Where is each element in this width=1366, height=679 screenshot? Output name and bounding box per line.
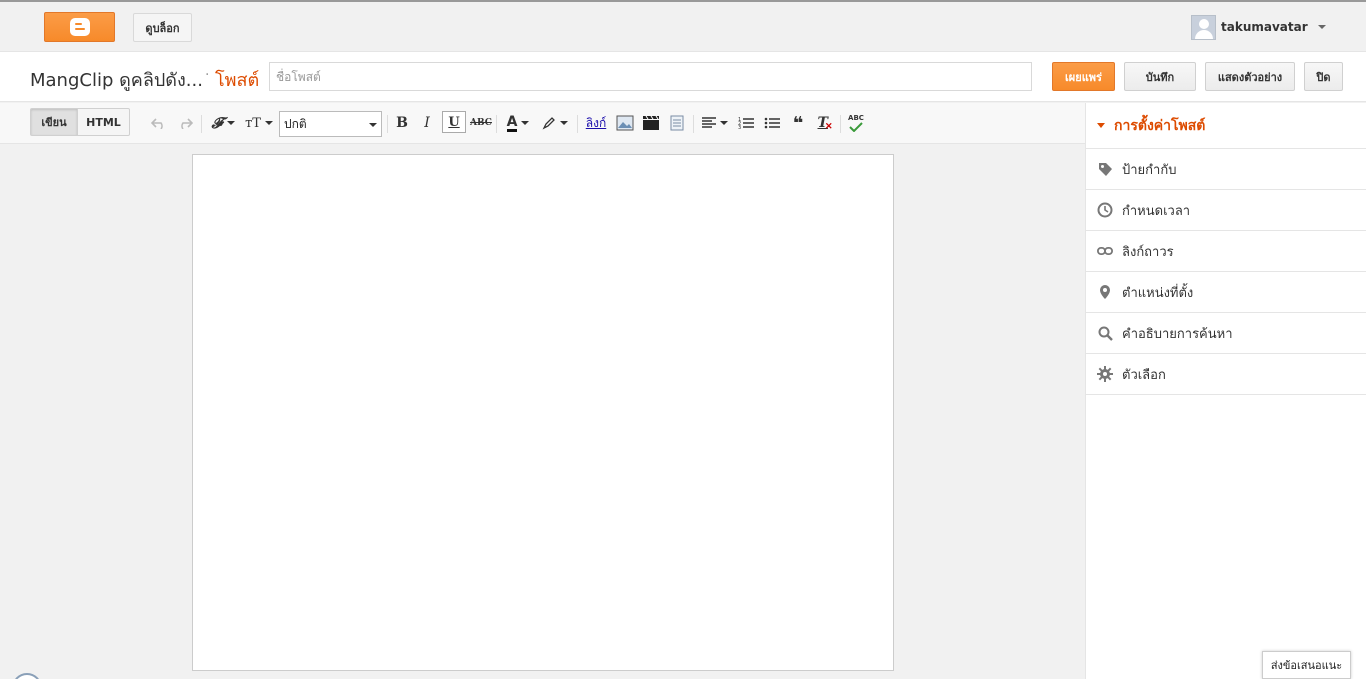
sidebar-item-label: ตัวเลือก bbox=[1122, 367, 1166, 383]
underline-icon[interactable]: U bbox=[442, 111, 466, 133]
location-pin-icon bbox=[1097, 284, 1113, 300]
search-icon bbox=[1097, 325, 1113, 341]
sidebar-item-label: กำหนดเวลา bbox=[1122, 203, 1191, 219]
toolbar-divider bbox=[496, 115, 497, 133]
post-title-bar: MangClip ดูคลิปดัง... · โพสต์ เผยแพร่ บั… bbox=[0, 52, 1366, 102]
quote-icon[interactable]: ❝ bbox=[789, 112, 807, 134]
insert-jump-break-icon[interactable] bbox=[666, 112, 688, 134]
bulleted-list-icon[interactable] bbox=[763, 112, 781, 134]
format-select-value: ปกติ bbox=[284, 116, 307, 131]
toolbar-divider bbox=[577, 115, 578, 133]
avatar bbox=[1191, 14, 1216, 40]
sidebar-item-label: ตำแหน่งที่ตั้ง bbox=[1122, 285, 1194, 301]
insert-video-icon[interactable] bbox=[640, 112, 662, 134]
undo-icon[interactable] bbox=[150, 112, 168, 134]
text-color-icon[interactable]: A bbox=[503, 112, 533, 134]
font-size-icon[interactable]: тT bbox=[244, 112, 274, 134]
post-body-editor[interactable] bbox=[192, 154, 894, 671]
link-icon bbox=[1097, 243, 1113, 259]
username: takumavatar bbox=[1221, 20, 1308, 34]
sidebar-item-schedule[interactable]: กำหนดเวลา bbox=[1086, 190, 1366, 231]
mode-switch: เขียน HTML bbox=[30, 108, 130, 136]
strikethrough-icon[interactable]: ABC bbox=[470, 112, 492, 134]
breadcrumb-separator: · bbox=[205, 67, 210, 83]
publish-button[interactable]: เผยแพร่ bbox=[1052, 62, 1115, 91]
clock-icon bbox=[1097, 202, 1113, 218]
feedback-button[interactable]: ส่งข้อเสนอแนะ bbox=[1262, 651, 1351, 679]
toolbar-divider bbox=[693, 115, 694, 133]
blog-name[interactable]: MangClip ดูคลิปดัง... bbox=[30, 65, 203, 94]
html-mode-button[interactable]: HTML bbox=[78, 108, 130, 136]
gear-icon bbox=[1097, 366, 1113, 382]
highlight-icon[interactable] bbox=[540, 112, 570, 134]
sidebar-item-label: คำอธิบายการค้นหา bbox=[1122, 326, 1233, 342]
post-title-input[interactable] bbox=[269, 62, 1032, 91]
font-family-icon[interactable]: 𝓕 bbox=[208, 112, 238, 134]
compose-mode-button[interactable]: เขียน bbox=[30, 108, 78, 136]
editor-area bbox=[0, 144, 1085, 679]
sidebar-item-label: ป้ายกำกับ bbox=[1122, 162, 1177, 178]
save-button[interactable]: บันทึก bbox=[1124, 62, 1196, 91]
bold-icon[interactable]: B bbox=[393, 112, 411, 134]
chevron-down-icon bbox=[1317, 25, 1326, 29]
tag-icon bbox=[1097, 161, 1113, 177]
post-settings-title: การตั้งค่าโพสต์ bbox=[1114, 117, 1206, 134]
breadcrumb-post: โพสต์ bbox=[215, 70, 260, 91]
post-settings-header[interactable]: การตั้งค่าโพสต์ bbox=[1086, 103, 1366, 149]
toolbar-divider bbox=[840, 115, 841, 133]
editor-toolbar: เขียน HTML 𝓕 тT ปกติ B I U ABC A ลิงก์ 1… bbox=[0, 103, 1085, 144]
post-settings-sidebar: การตั้งค่าโพสต์ ป้ายกำกับ กำหนดเวลา ลิงก… bbox=[1085, 103, 1366, 679]
toolbar-divider bbox=[201, 115, 202, 133]
italic-icon[interactable]: I bbox=[418, 112, 436, 134]
triangle-down-icon bbox=[1097, 123, 1105, 128]
redo-icon[interactable] bbox=[176, 112, 194, 134]
spellcheck-icon[interactable]: ABC bbox=[846, 112, 866, 134]
sidebar-item-options[interactable]: ตัวเลือก bbox=[1086, 354, 1366, 395]
chevron-down-icon bbox=[369, 123, 377, 127]
link-button[interactable]: ลิงก์ bbox=[583, 112, 609, 134]
view-blog-button[interactable]: ดูบล็อก bbox=[133, 13, 192, 42]
numbered-list-icon[interactable]: 123 bbox=[737, 112, 755, 134]
sidebar-item-label: ลิงก์ถาวร bbox=[1122, 244, 1174, 260]
blogger-icon bbox=[69, 18, 90, 36]
remove-formatting-icon[interactable]: T ✕ bbox=[815, 112, 835, 134]
sidebar-item-labels[interactable]: ป้ายกำกับ bbox=[1086, 149, 1366, 190]
align-icon[interactable] bbox=[700, 112, 730, 134]
top-bar: ดูบล็อก takumavatar bbox=[0, 0, 1366, 52]
toolbar-divider bbox=[387, 115, 388, 133]
preview-button[interactable]: แสดงตัวอย่าง bbox=[1205, 62, 1295, 91]
format-select[interactable]: ปกติ bbox=[279, 111, 382, 137]
sidebar-item-permalink[interactable]: ลิงก์ถาวร bbox=[1086, 231, 1366, 272]
sidebar-item-location[interactable]: ตำแหน่งที่ตั้ง bbox=[1086, 272, 1366, 313]
close-button[interactable]: ปิด bbox=[1304, 62, 1343, 91]
svg-text:3: 3 bbox=[738, 125, 741, 130]
user-menu[interactable]: takumavatar bbox=[1191, 14, 1326, 40]
insert-image-icon[interactable] bbox=[614, 112, 636, 134]
blogger-logo-button[interactable] bbox=[44, 12, 115, 42]
spellcheck-label: ABC bbox=[848, 113, 864, 122]
sidebar-item-search-description[interactable]: คำอธิบายการค้นหา bbox=[1086, 313, 1366, 354]
